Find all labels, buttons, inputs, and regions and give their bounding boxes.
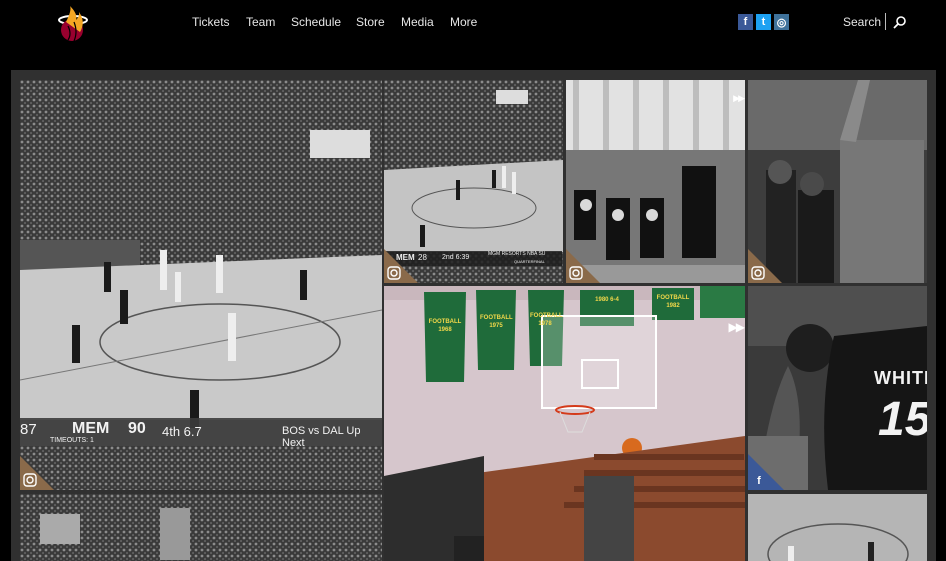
banner-5: FOOTBALL 1982 (656, 295, 690, 309)
nav-schedule[interactable]: Schedule (291, 15, 341, 29)
search-divider (885, 13, 886, 30)
scoreboard-bug: 87 MEM 90 TIMEOUTS: 1 4th 6.7 BOS vs DAL… (20, 418, 382, 449)
tile-arena-game[interactable]: 87 MEM 90 TIMEOUTS: 1 4th 6.7 BOS vs DAL… (20, 80, 382, 490)
court-photo (748, 494, 927, 561)
nav-store[interactable]: Store (356, 15, 385, 29)
banner-1: FOOTBALL 1968 (428, 319, 462, 333)
timeouts-label: TIMEOUTS: 1 (50, 437, 94, 444)
instagram-icon (23, 473, 37, 487)
summer-sponsor: MGM RESORTS NBA SU (488, 251, 546, 257)
facebook-icon: f (757, 475, 761, 487)
instagram-icon[interactable]: ◎ (774, 14, 789, 30)
tile-bench-celebration[interactable] (748, 80, 927, 283)
crowd-photo (20, 494, 382, 561)
nav-tickets[interactable]: Tickets (192, 15, 230, 29)
tile-player-white[interactable]: WHITE 15 f (748, 286, 927, 490)
away-score: 87 (20, 421, 37, 438)
instagram-icon (569, 266, 583, 280)
twitter-icon[interactable]: t (756, 14, 771, 30)
instagram-icon (387, 266, 401, 280)
video-play-icon: ▶▶ (733, 94, 745, 104)
instagram-icon (751, 266, 765, 280)
facebook-icon[interactable]: f (738, 14, 753, 30)
nav-team[interactable]: Team (246, 15, 275, 29)
tile-summer-league[interactable]: MEM 28 2nd 6:39 MGM RESORTS NBA SU QUART… (384, 80, 563, 283)
summer-score: 28 (418, 253, 427, 262)
facebook-badge: f (748, 454, 784, 490)
home-team: MEM (72, 420, 110, 437)
banner-4: 1980 6-4 (595, 297, 619, 303)
period-clock: 4th 6.7 (162, 424, 202, 439)
up-next-label: BOS vs DAL Up Next (282, 425, 361, 449)
tile-practice-drill[interactable]: ▶▶ (566, 80, 745, 283)
tile-arena-crowd[interactable] (20, 494, 382, 561)
heat-logo-icon[interactable] (56, 6, 90, 44)
search-icon[interactable] (893, 15, 907, 29)
video-play-icon[interactable]: ▶▶ (729, 320, 745, 334)
search-label[interactable]: Search (843, 15, 881, 29)
site-header: Tickets Team Schedule Store Media More f… (0, 0, 946, 70)
instagram-badge (384, 249, 418, 283)
banner-3: FOOTBALL 1978 (530, 313, 563, 327)
instagram-badge (20, 456, 54, 490)
social-media-grid: 87 MEM 90 TIMEOUTS: 1 4th 6.7 BOS vs DAL… (11, 70, 936, 561)
nav-more[interactable]: More (450, 15, 477, 29)
tile-court-lines[interactable] (748, 494, 927, 561)
jersey-number: 15 (878, 393, 927, 446)
tile-gym-shootaround[interactable]: FOOTBALL 1968 FOOTBALL 1975 FOOTBALL 197… (384, 286, 745, 561)
gym-banners: FOOTBALL 1968 FOOTBALL 1975 FOOTBALL 197… (384, 286, 745, 386)
jersey-name: WHITE (874, 368, 927, 388)
summer-round: QUARTERFINAL (514, 259, 545, 264)
instagram-badge (566, 249, 600, 283)
banner-2: FOOTBALL 1975 (480, 315, 513, 329)
nav-media[interactable]: Media (401, 15, 434, 29)
summer-clock: 2nd 6:39 (442, 254, 470, 261)
home-score: 90 (128, 420, 146, 437)
instagram-badge (748, 249, 782, 283)
